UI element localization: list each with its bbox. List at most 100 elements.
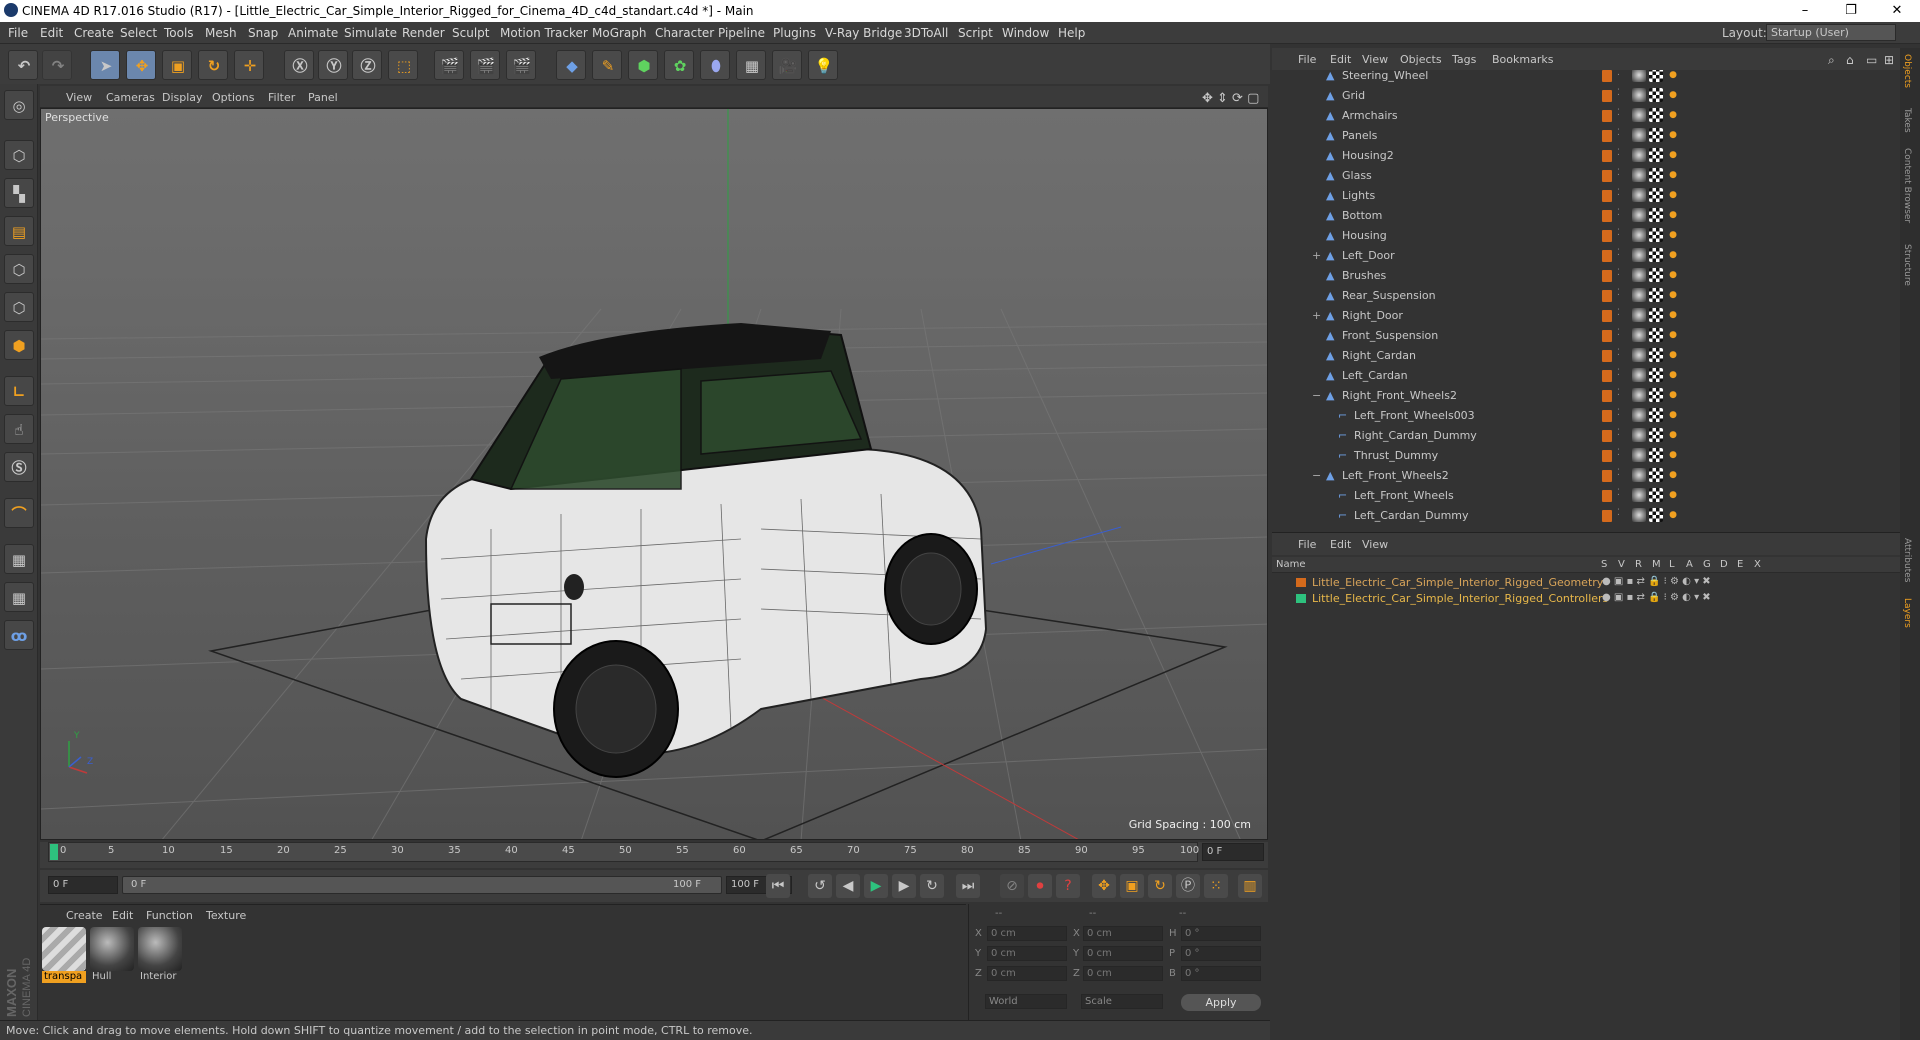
phong-tag-icon[interactable]: ● bbox=[1666, 408, 1680, 422]
object-row[interactable]: ▲ Left_Cardan ⁚ ● bbox=[1272, 366, 1900, 386]
texture-tag-icon[interactable] bbox=[1649, 508, 1663, 522]
material-tag-icon[interactable] bbox=[1632, 88, 1646, 102]
phong-tag-icon[interactable]: ● bbox=[1666, 148, 1680, 162]
texture-tag-icon[interactable] bbox=[1649, 108, 1663, 122]
material-menu-create[interactable]: Create bbox=[66, 909, 103, 922]
objects-menu-view[interactable]: View bbox=[1362, 53, 1388, 66]
object-row[interactable]: ⌐ Left_Front_Wheels ⁚ ● bbox=[1272, 486, 1900, 506]
menu-select[interactable]: Select bbox=[120, 26, 157, 40]
material-tag-icon[interactable] bbox=[1632, 188, 1646, 202]
light-button[interactable]: 💡 bbox=[808, 50, 838, 80]
texture-tag-icon[interactable] bbox=[1649, 328, 1663, 342]
visibility-dots-icon[interactable]: ⁚ bbox=[1617, 448, 1620, 458]
visibility-dots-icon[interactable]: ⁚ bbox=[1617, 108, 1620, 118]
visibility-dots-icon[interactable]: ⁚ bbox=[1617, 88, 1620, 98]
menu-help[interactable]: Help bbox=[1058, 26, 1085, 40]
object-row[interactable]: ▲ Front_Suspension ⁚ ● bbox=[1272, 326, 1900, 346]
key-parameter-button[interactable]: Ⓟ bbox=[1176, 874, 1200, 898]
texture-tag-icon[interactable] bbox=[1649, 488, 1663, 502]
layer-color-chip[interactable] bbox=[1296, 578, 1306, 587]
viewport-menu-filter[interactable]: Filter bbox=[268, 91, 295, 104]
layer-color-swatch[interactable] bbox=[1602, 230, 1612, 242]
prev-keyframe-button[interactable]: ↺ bbox=[808, 874, 832, 898]
current-frame-field[interactable]: 0 F bbox=[1202, 843, 1264, 861]
collapse-icon[interactable]: − bbox=[1312, 389, 1324, 402]
menu-motion-tracker[interactable]: Motion Tracker bbox=[500, 26, 588, 40]
layer-row-controllers[interactable]: Little_Electric_Car_Simple_Interior_Rigg… bbox=[1272, 591, 1900, 606]
object-row[interactable]: ▲ Glass ⁚ ● bbox=[1272, 166, 1900, 186]
move-tool-button[interactable]: ✥ bbox=[126, 50, 156, 80]
redo-button[interactable]: ↷ bbox=[42, 50, 72, 80]
home-icon[interactable]: ⌂ bbox=[1846, 53, 1854, 67]
material-tag-icon[interactable] bbox=[1632, 268, 1646, 282]
viewport-menu-options[interactable]: Options bbox=[212, 91, 254, 104]
magnet-button[interactable]: ⌒ bbox=[4, 498, 34, 528]
minimize-button[interactable]: – bbox=[1782, 0, 1828, 22]
layer-color-chip[interactable] bbox=[1296, 594, 1306, 603]
material-swatch-interior[interactable]: Interior bbox=[138, 927, 182, 983]
tweak-mode-button[interactable]: ☝ bbox=[4, 414, 34, 444]
planar-workplane-button[interactable]: ▦ bbox=[4, 582, 34, 612]
texture-tag-icon[interactable] bbox=[1649, 128, 1663, 142]
tab-layers[interactable]: Layers bbox=[1902, 598, 1912, 628]
edges-mode-button[interactable]: ⬡ bbox=[4, 292, 34, 322]
phong-tag-icon[interactable]: ● bbox=[1666, 428, 1680, 442]
material-menu-edit[interactable]: Edit bbox=[112, 909, 133, 922]
texture-tag-icon[interactable] bbox=[1649, 88, 1663, 102]
play-button[interactable]: ▶ bbox=[864, 874, 888, 898]
objects-menu-tags[interactable]: Tags bbox=[1452, 53, 1476, 66]
rotation-h-field[interactable]: 0 ° bbox=[1181, 926, 1261, 941]
phong-tag-icon[interactable]: ● bbox=[1666, 70, 1680, 82]
texture-tag-icon[interactable] bbox=[1649, 168, 1663, 182]
object-row[interactable]: ⌐ Left_Front_Wheels003 ⁚ ● bbox=[1272, 406, 1900, 426]
material-tag-icon[interactable] bbox=[1632, 388, 1646, 402]
object-row[interactable]: ▲ Steering_Wheel ⁚ ● bbox=[1272, 70, 1900, 86]
playhead-marker[interactable] bbox=[50, 844, 58, 860]
phong-tag-icon[interactable]: ● bbox=[1666, 448, 1680, 462]
cube-primitive-button[interactable]: ◆ bbox=[556, 50, 586, 80]
objects-menu-bookmarks[interactable]: Bookmarks bbox=[1492, 53, 1553, 66]
position-z-field[interactable]: 0 cm bbox=[987, 966, 1067, 981]
objects-menu-edit[interactable]: Edit bbox=[1330, 53, 1351, 66]
render-picture-viewer-button[interactable]: 🎬 bbox=[470, 50, 500, 80]
menu-vray-bridge[interactable]: V-Ray Bridge bbox=[825, 26, 902, 40]
viewport-menu-panel[interactable]: Panel bbox=[308, 91, 338, 104]
layer-color-swatch[interactable] bbox=[1602, 510, 1612, 522]
object-row[interactable]: ▲ Armchairs ⁚ ● bbox=[1272, 106, 1900, 126]
key-scale-button[interactable]: ▣ bbox=[1120, 874, 1144, 898]
menu-pipeline[interactable]: Pipeline bbox=[718, 26, 765, 40]
render-settings-button[interactable]: 🎬 bbox=[506, 50, 536, 80]
menu-mesh[interactable]: Mesh bbox=[205, 26, 237, 40]
expand-icon[interactable]: ⊞ bbox=[1884, 53, 1894, 67]
apply-button[interactable]: Apply bbox=[1181, 994, 1261, 1011]
visibility-dots-icon[interactable]: ⁚ bbox=[1617, 308, 1620, 318]
menu-window[interactable]: Window bbox=[1002, 26, 1049, 40]
visibility-dots-icon[interactable]: ⁚ bbox=[1617, 508, 1620, 518]
visibility-dots-icon[interactable]: ⁚ bbox=[1617, 428, 1620, 438]
layer-color-swatch[interactable] bbox=[1602, 70, 1612, 82]
layout-select[interactable]: Startup (User) bbox=[1766, 24, 1896, 41]
menu-3dtoall[interactable]: 3DToAll bbox=[904, 26, 948, 40]
viewport-menu-display[interactable]: Display bbox=[162, 91, 203, 104]
material-menu-texture[interactable]: Texture bbox=[206, 909, 246, 922]
layer-color-swatch[interactable] bbox=[1602, 350, 1612, 362]
snap-button[interactable]: Ⓢ bbox=[4, 452, 34, 482]
visibility-dots-icon[interactable]: ⁚ bbox=[1617, 148, 1620, 158]
object-row[interactable]: ▲ Lights ⁚ ● bbox=[1272, 186, 1900, 206]
goto-start-button[interactable]: ⏮ bbox=[766, 874, 790, 898]
texture-tag-icon[interactable] bbox=[1649, 70, 1663, 82]
phong-tag-icon[interactable]: ● bbox=[1666, 88, 1680, 102]
phong-tag-icon[interactable]: ● bbox=[1666, 168, 1680, 182]
next-frame-button[interactable]: ▶ bbox=[892, 874, 916, 898]
camera-button[interactable]: 🎥 bbox=[772, 50, 802, 80]
texture-tag-icon[interactable] bbox=[1649, 408, 1663, 422]
texture-tag-icon[interactable] bbox=[1649, 308, 1663, 322]
texture-tag-icon[interactable] bbox=[1649, 448, 1663, 462]
model-mode-button[interactable]: ⬡ bbox=[4, 140, 34, 170]
phong-tag-icon[interactable]: ● bbox=[1666, 328, 1680, 342]
phong-tag-icon[interactable]: ● bbox=[1666, 468, 1680, 482]
phong-tag-icon[interactable]: ● bbox=[1666, 188, 1680, 202]
layers-menu-view[interactable]: View bbox=[1362, 538, 1388, 551]
object-row[interactable]: ▲ Bottom ⁚ ● bbox=[1272, 206, 1900, 226]
phong-tag-icon[interactable]: ● bbox=[1666, 368, 1680, 382]
